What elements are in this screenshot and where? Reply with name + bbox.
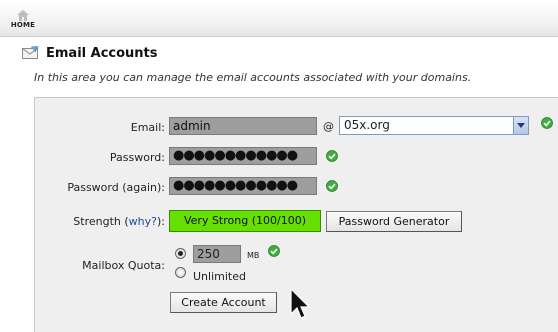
strength-label-suffix: ):: [157, 215, 165, 228]
page-description: In this area you can manage the email ac…: [34, 71, 472, 84]
home-icon: [17, 10, 29, 21]
password-again-label: Password (again):: [67, 181, 165, 194]
email-field[interactable]: admin: [169, 117, 317, 135]
home-link[interactable]: HOME: [8, 10, 38, 29]
quota-unit: MB: [247, 251, 260, 260]
email-label: Email:: [130, 121, 165, 134]
check-icon: [326, 180, 338, 192]
mouse-pointer-icon: [290, 288, 311, 319]
strength-label-prefix: Strength (: [73, 215, 129, 228]
strength-meter: Very Strong (100/100): [169, 210, 321, 232]
home-label: HOME: [10, 21, 36, 29]
strength-label: Strength (why?):: [73, 215, 165, 228]
chevron-down-icon: [517, 123, 525, 128]
page-title: Email Accounts: [46, 45, 158, 61]
quota-unlimited-radio[interactable]: [175, 267, 186, 278]
domain-dropdown-button[interactable]: [513, 117, 528, 134]
quota-field[interactable]: 250: [193, 245, 241, 263]
quota-label: Mailbox Quota:: [82, 259, 165, 272]
domain-selected-value: 05x.org: [344, 118, 390, 132]
envelope-icon: [22, 46, 39, 59]
quota-limited-radio[interactable]: [175, 248, 186, 259]
check-icon: [541, 117, 553, 129]
check-icon: [268, 245, 280, 257]
top-nav-bar: HOME: [0, 0, 558, 37]
password-field[interactable]: ●●●●●●●●●●●●: [169, 147, 317, 165]
password-label: Password:: [109, 151, 165, 164]
domain-select[interactable]: 05x.org: [339, 116, 529, 135]
page-header: Email Accounts: [22, 44, 158, 62]
check-icon: [326, 150, 338, 162]
password-generator-button[interactable]: Password Generator: [326, 211, 462, 232]
quota-unlimited-label: Unlimited: [193, 270, 246, 283]
create-account-button[interactable]: Create Account: [170, 292, 277, 313]
at-symbol: @: [323, 120, 334, 133]
password-again-field[interactable]: ●●●●●●●●●●●●: [169, 177, 317, 195]
why-link[interactable]: why?: [129, 215, 157, 228]
